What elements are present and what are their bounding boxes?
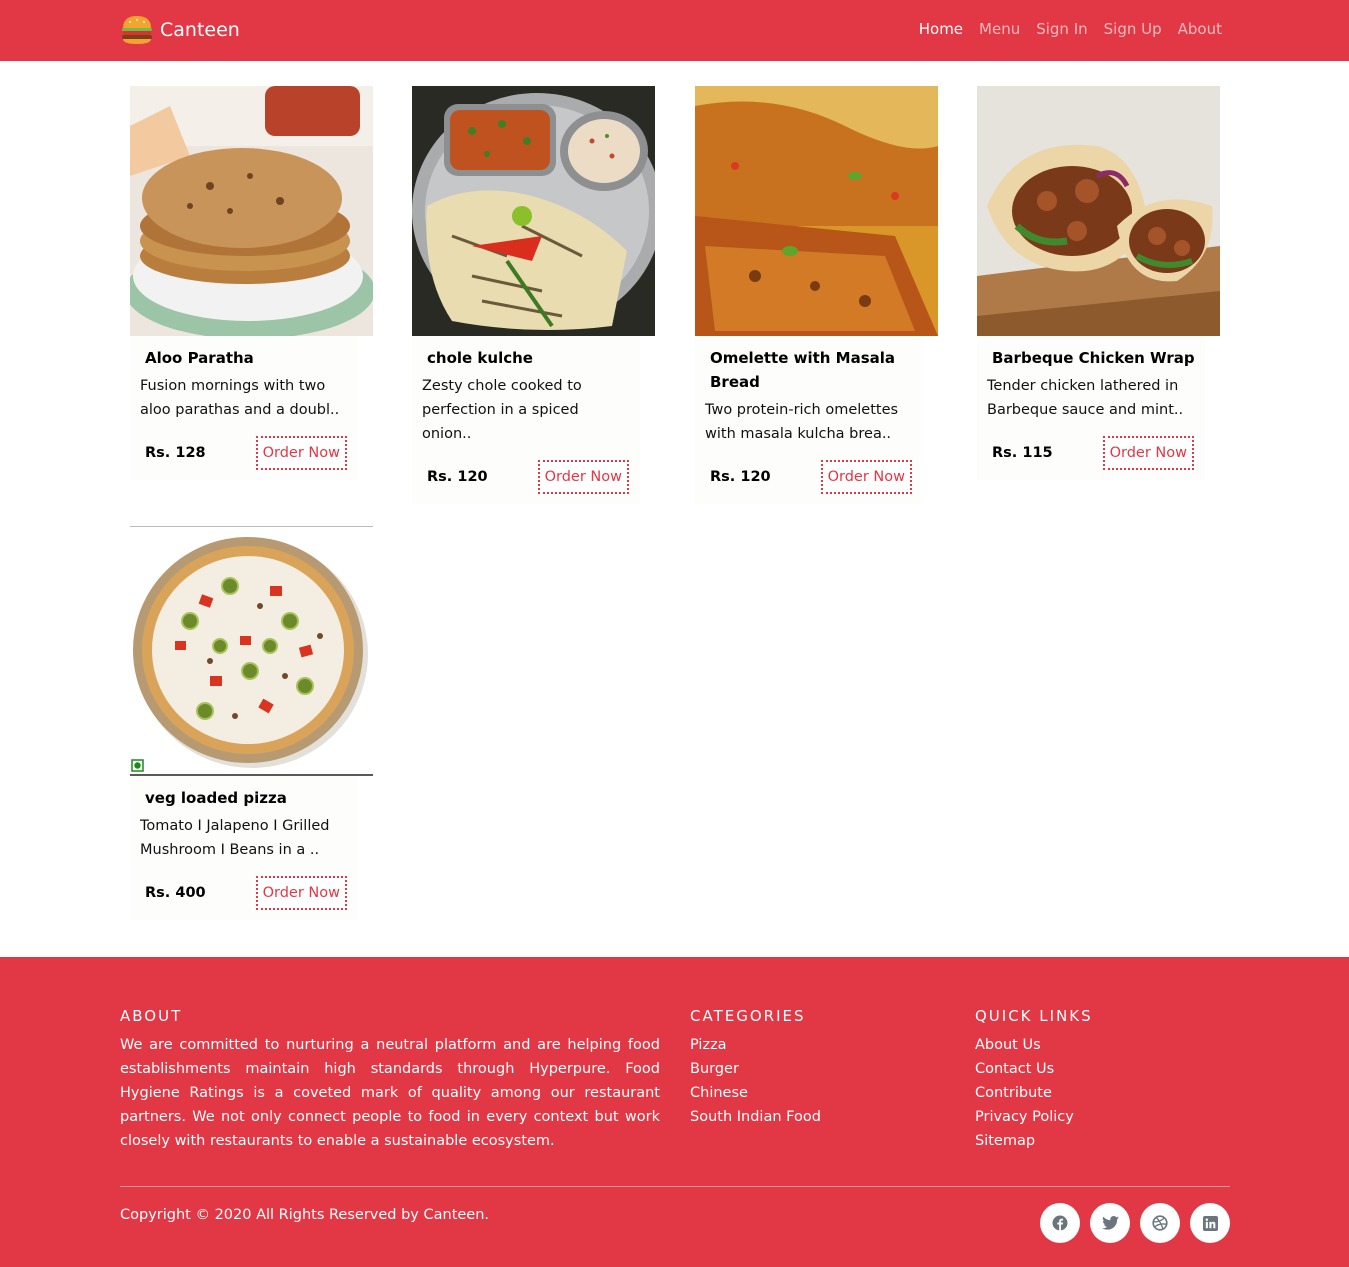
product-card: chole kulche Zesty chole cooked to perfe…	[412, 86, 655, 504]
footer-categories-heading: CATEGORIES	[690, 1007, 806, 1025]
product-price: Rs. 128	[145, 445, 206, 461]
footer-divider	[120, 1186, 1230, 1187]
nav-links: Home Menu Sign In Sign Up About	[903, 20, 1222, 38]
product-card: Aloo Paratha Fusion mornings with two al…	[130, 86, 373, 480]
footer-about-text: We are committed to nurturing a neutral …	[120, 1037, 660, 1149]
footer-quick-links-heading: QUICK LINKS	[975, 1007, 1093, 1025]
category-link-south-indian-food[interactable]: South Indian Food	[690, 1105, 950, 1129]
quick-link-sitemap[interactable]: Sitemap	[975, 1129, 1230, 1153]
product-card: veg loaded pizza Tomato I Jalapeno I Gri…	[130, 526, 373, 920]
nav-link-menu[interactable]: Menu	[979, 20, 1020, 38]
footer-categories: CATEGORIES Pizza Burger Chinese South In…	[690, 1007, 950, 1129]
quick-link-about-us[interactable]: About Us	[975, 1033, 1230, 1057]
quick-link-contact-us[interactable]: Contact Us	[975, 1057, 1230, 1081]
product-title: veg loaded pizza	[145, 789, 287, 807]
card-body: chole kulche Zesty chole cooked to perfe…	[412, 336, 640, 504]
product-description: Zesty chole cooked to perfection in a sp…	[422, 378, 582, 442]
order-now-button[interactable]: Order Now	[537, 460, 629, 494]
nav-link-about[interactable]: About	[1178, 20, 1222, 38]
footer-about-heading: ABOUT	[120, 1007, 183, 1025]
nav-link-sign-up[interactable]: Sign Up	[1104, 20, 1162, 38]
order-now-button[interactable]: Order Now	[255, 436, 347, 470]
linkedin-link[interactable]	[1190, 1203, 1230, 1243]
product-image-veg-loaded-pizza	[130, 526, 373, 776]
product-title: Aloo Paratha	[145, 349, 254, 367]
card-footer: Rs. 400 Order Now	[140, 876, 348, 910]
product-title: Omelette with Masala Bread	[710, 349, 896, 391]
footer-quick-links: QUICK LINKS About Us Contact Us Contribu…	[975, 1007, 1230, 1153]
navbar: Canteen Home Menu Sign In Sign Up About	[0, 0, 1349, 61]
product-title: chole kulche	[427, 349, 533, 367]
category-link-pizza[interactable]: Pizza	[690, 1033, 950, 1057]
burger-icon	[122, 16, 152, 44]
product-description: Tomato I Jalapeno I Grilled Mushroom I B…	[140, 818, 330, 858]
footer: ABOUT We are committed to nurturing a ne…	[0, 957, 1349, 1267]
card-footer: Rs. 115 Order Now	[987, 436, 1195, 470]
copyright-text: Copyright © 2020 All Rights Reserved by …	[120, 1207, 490, 1223]
brand-logo-link[interactable]: Canteen	[120, 13, 240, 47]
quick-link-contribute[interactable]: Contribute	[975, 1081, 1230, 1105]
nav-link-sign-in[interactable]: Sign In	[1036, 20, 1087, 38]
card-footer: Rs. 128 Order Now	[140, 436, 348, 470]
product-image-aloo-paratha	[130, 86, 373, 336]
product-description: Two protein-rich omelettes with masala k…	[705, 402, 899, 442]
product-price: Rs. 400	[145, 885, 206, 901]
dribbble-link[interactable]	[1140, 1203, 1180, 1243]
card-body: Barbeque Chicken Wrap Tender chicken lat…	[977, 336, 1205, 480]
product-price: Rs. 120	[427, 469, 488, 485]
twitter-icon	[1101, 1216, 1119, 1230]
product-price: Rs. 120	[710, 469, 771, 485]
order-now-button[interactable]: Order Now	[820, 460, 912, 494]
product-card: Omelette with Masala Bread Two protein-r…	[695, 86, 938, 504]
card-body: veg loaded pizza Tomato I Jalapeno I Gri…	[130, 776, 358, 920]
dribbble-icon	[1152, 1215, 1168, 1231]
product-price: Rs. 115	[992, 445, 1053, 461]
social-links	[1030, 1203, 1230, 1243]
product-title: Barbeque Chicken Wrap	[992, 349, 1195, 367]
product-description: Tender chicken lathered in Barbeque sauc…	[987, 378, 1184, 418]
category-link-burger[interactable]: Burger	[690, 1057, 950, 1081]
order-now-button[interactable]: Order Now	[1102, 436, 1194, 470]
footer-about: ABOUT We are committed to nurturing a ne…	[120, 1007, 660, 1153]
facebook-icon	[1052, 1215, 1068, 1231]
brand-name: Canteen	[160, 19, 240, 41]
product-image-chole-kulche	[412, 86, 655, 336]
twitter-link[interactable]	[1090, 1203, 1130, 1243]
card-body: Aloo Paratha Fusion mornings with two al…	[130, 336, 358, 480]
order-now-button[interactable]: Order Now	[255, 876, 347, 910]
quick-link-privacy-policy[interactable]: Privacy Policy	[975, 1105, 1230, 1129]
product-card: Barbeque Chicken Wrap Tender chicken lat…	[977, 86, 1220, 480]
card-body: Omelette with Masala Bread Two protein-r…	[695, 336, 923, 504]
facebook-link[interactable]	[1040, 1203, 1080, 1243]
linkedin-icon	[1202, 1215, 1218, 1231]
card-footer: Rs. 120 Order Now	[705, 460, 913, 494]
nav-link-home[interactable]: Home	[919, 20, 963, 38]
product-description: Fusion mornings with two aloo parathas a…	[140, 378, 340, 418]
card-footer: Rs. 120 Order Now	[422, 460, 630, 494]
category-link-chinese[interactable]: Chinese	[690, 1081, 950, 1105]
product-image-omelette-masala-bread	[695, 86, 938, 336]
product-image-barbeque-chicken-wrap	[977, 86, 1220, 336]
